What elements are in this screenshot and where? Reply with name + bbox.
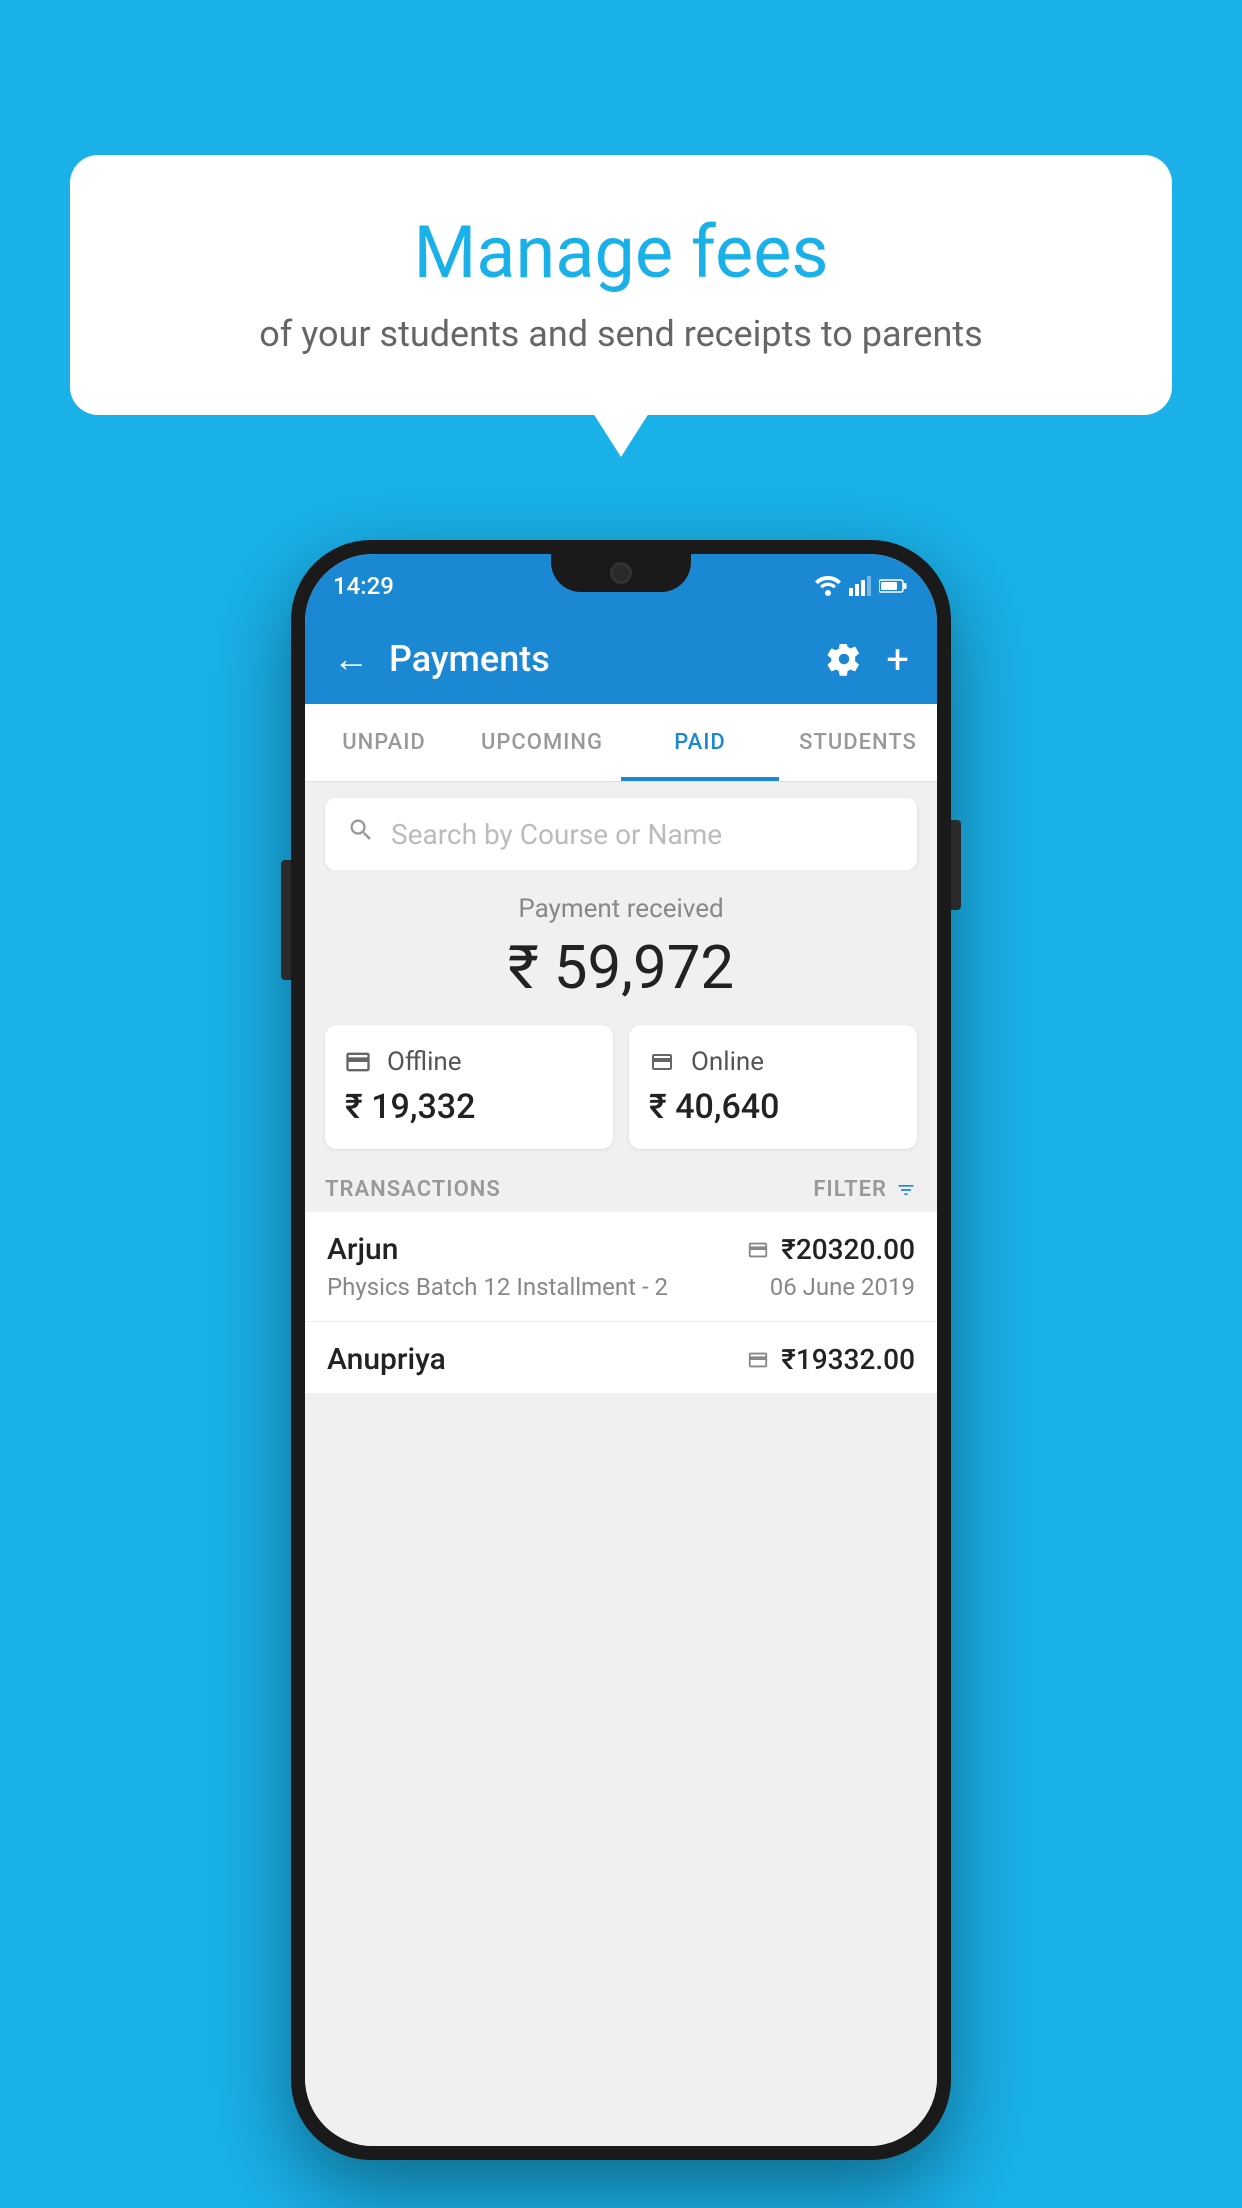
online-amount: ₹ 40,640 <box>649 1087 899 1127</box>
signal-icon <box>849 576 871 596</box>
offline-card-header: Offline <box>343 1047 595 1077</box>
transaction-amount-2: ₹19332.00 <box>781 1343 915 1376</box>
offline-payment-icon <box>745 1349 771 1371</box>
transaction-top: Arjun ₹20320.00 <box>327 1232 915 1267</box>
online-card-header: Online <box>647 1047 899 1077</box>
transaction-bottom: Physics Batch 12 Installment - 2 06 June… <box>327 1273 915 1301</box>
filter-label: FILTER <box>813 1177 887 1202</box>
online-label: Online <box>691 1047 764 1077</box>
table-row[interactable]: Anupriya ₹19332.00 <box>305 1322 937 1393</box>
status-time: 14:29 <box>333 568 394 600</box>
phone-notch <box>551 554 691 592</box>
search-icon <box>347 816 375 852</box>
transactions-header: TRANSACTIONS FILTER <box>305 1163 937 1212</box>
app-title: Payments <box>389 638 826 680</box>
camera <box>610 562 632 584</box>
tab-students[interactable]: STUDENTS <box>779 704 937 781</box>
battery-icon <box>879 578 907 594</box>
bubble-title: Manage fees <box>130 210 1112 295</box>
phone-outer: 14:29 <box>291 540 951 2160</box>
back-button[interactable]: ← <box>333 638 369 680</box>
student-name: Arjun <box>327 1232 398 1267</box>
speech-bubble: Manage fees of your students and send re… <box>70 155 1172 415</box>
app-bar: ← Payments + <box>305 614 937 704</box>
bubble-subtitle: of your students and send receipts to pa… <box>130 313 1112 355</box>
transaction-date: 06 June 2019 <box>770 1273 915 1301</box>
search-bar[interactable]: Search by Course or Name <box>325 798 917 870</box>
content-area: Search by Course or Name Payment receive… <box>305 782 937 2146</box>
online-payment-card: Online ₹ 40,640 <box>629 1025 917 1149</box>
transactions-label: TRANSACTIONS <box>325 1177 501 1202</box>
phone-screen: 14:29 <box>305 554 937 2146</box>
online-payment-icon <box>745 1239 771 1261</box>
online-icon <box>647 1050 677 1074</box>
speech-bubble-container: Manage fees of your students and send re… <box>70 155 1172 415</box>
payment-summary: Payment received ₹ 59,972 <box>305 870 937 1017</box>
filter-icon <box>895 1180 917 1200</box>
payment-total-amount: ₹ 59,972 <box>305 932 937 1003</box>
status-icons <box>815 572 907 596</box>
payment-cards: Offline ₹ 19,332 Online <box>305 1025 937 1163</box>
offline-icon <box>343 1048 373 1076</box>
offline-payment-card: Offline ₹ 19,332 <box>325 1025 613 1149</box>
table-row[interactable]: Arjun ₹20320.00 Physics Batch 12 Install… <box>305 1212 937 1322</box>
add-button[interactable]: + <box>886 636 909 683</box>
wifi-icon <box>815 576 841 596</box>
search-input[interactable]: Search by Course or Name <box>391 818 895 851</box>
settings-icon[interactable] <box>826 641 862 677</box>
phone-mockup: 14:29 <box>291 540 951 2160</box>
tabs-bar: UNPAID UPCOMING PAID STUDENTS <box>305 704 937 782</box>
offline-amount: ₹ 19,332 <box>345 1087 595 1127</box>
tab-unpaid[interactable]: UNPAID <box>305 704 463 781</box>
transaction-top-2: Anupriya ₹19332.00 <box>327 1342 915 1377</box>
payment-received-label: Payment received <box>305 894 937 924</box>
course-info: Physics Batch 12 Installment - 2 <box>327 1273 668 1301</box>
transaction-amount: ₹20320.00 <box>781 1233 915 1266</box>
tab-upcoming[interactable]: UPCOMING <box>463 704 621 781</box>
tab-paid[interactable]: PAID <box>621 704 779 781</box>
page-background: Manage fees of your students and send re… <box>0 0 1242 2208</box>
transaction-amount-wrap-2: ₹19332.00 <box>745 1343 915 1376</box>
offline-label: Offline <box>387 1047 462 1077</box>
filter-button[interactable]: FILTER <box>813 1177 917 1202</box>
student-name-2: Anupriya <box>327 1342 446 1377</box>
transaction-amount-wrap: ₹20320.00 <box>745 1233 915 1266</box>
